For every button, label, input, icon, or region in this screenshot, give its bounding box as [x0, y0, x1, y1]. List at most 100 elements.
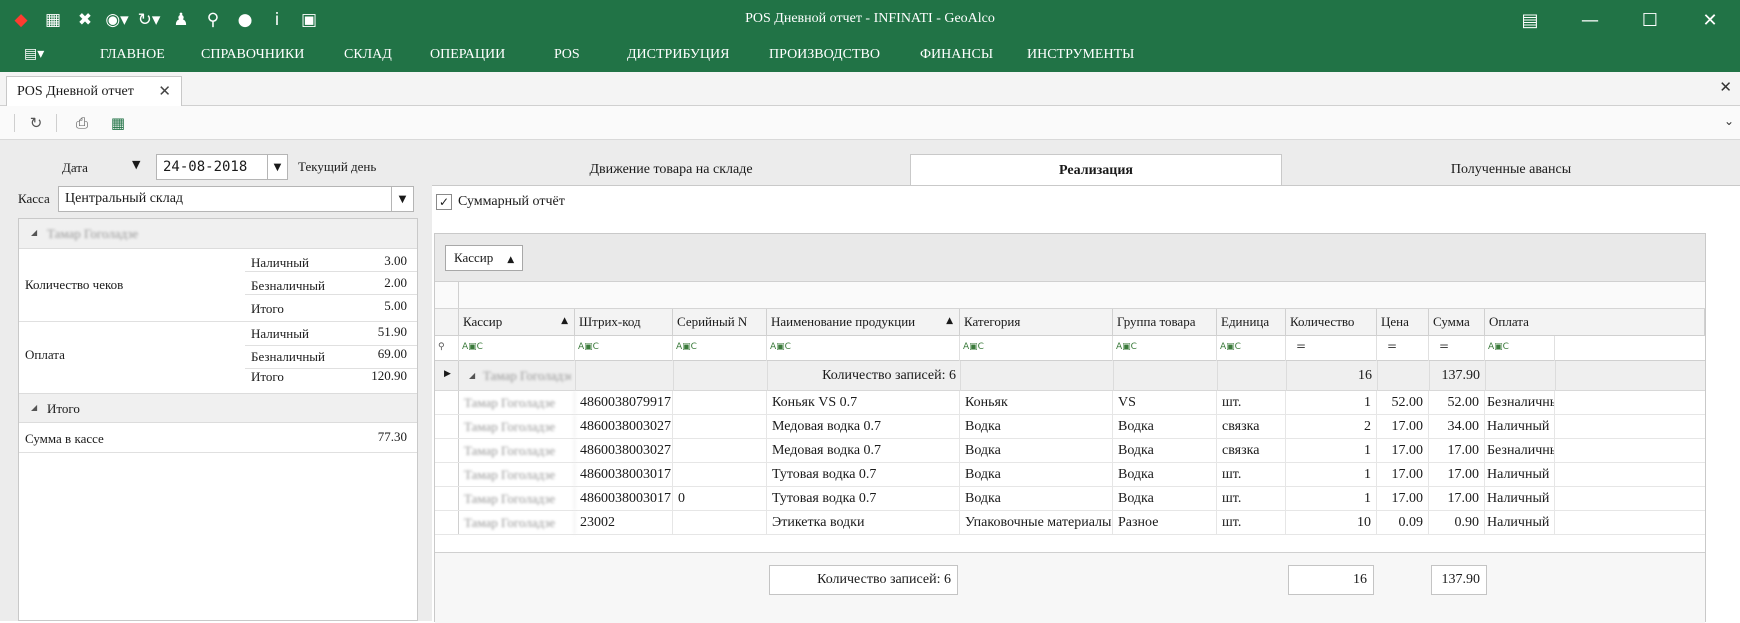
- cash-in-box-row: Сумма в кассе 77.30: [19, 423, 417, 453]
- app-menu-icon[interactable]: ▤▾: [24, 46, 44, 62]
- summary-report-checkbox[interactable]: ✓: [436, 194, 452, 210]
- col-header-payment[interactable]: Оплата: [1485, 309, 1705, 336]
- cell-product-name: Медовая водка 0.7: [767, 415, 960, 438]
- col-header-barcode[interactable]: Штрих-код: [575, 309, 673, 336]
- filter-price[interactable]: =: [1377, 336, 1429, 361]
- menu-item-finance[interactable]: ФИНАНСЫ: [920, 47, 993, 63]
- document-tab[interactable]: POS Дневной отчет ✕: [6, 76, 182, 107]
- filter-quantity[interactable]: =: [1286, 336, 1377, 361]
- table-row[interactable]: Тамар Гоголадзе 4860038003027 Медовая во…: [435, 439, 1705, 463]
- cell-category: Водка: [960, 439, 1113, 462]
- tab-advances[interactable]: Полученные авансы: [1282, 154, 1740, 186]
- row-indicator: [435, 463, 459, 486]
- minimize-icon[interactable]: —: [1560, 0, 1620, 40]
- tab-stock-movement[interactable]: Движение товара на складе: [432, 154, 910, 186]
- col-header-unit[interactable]: Единица: [1217, 309, 1286, 336]
- payment-block: Оплата Наличный 51.90 Безналичный 69.00 …: [19, 321, 417, 393]
- filter-barcode[interactable]: A▣C: [575, 336, 673, 361]
- cell-serial: [673, 415, 767, 438]
- document-tab-label: POS Дневной отчет: [17, 84, 134, 99]
- tab-sales[interactable]: Реализация: [910, 154, 1282, 186]
- date-dropdown-icon[interactable]: ▼: [267, 155, 287, 179]
- filter-unit[interactable]: A▣C: [1217, 336, 1286, 361]
- refresh-button[interactable]: ↻: [24, 112, 48, 134]
- toolbar-expand-icon[interactable]: ⌄: [1724, 114, 1734, 128]
- cell-unit: шт.: [1217, 487, 1286, 510]
- filter-serial[interactable]: A▣C: [673, 336, 767, 361]
- filter-cashier[interactable]: A▣C: [459, 336, 575, 361]
- menu-item-distribution[interactable]: ДИСТРИБУЦИЯ: [627, 47, 729, 63]
- toolbar: ↻ ⎙ ▦ ⌄: [0, 106, 1740, 140]
- menu-item-pos[interactable]: POS: [554, 47, 580, 63]
- col-header-product-group[interactable]: Группа товара: [1113, 309, 1217, 336]
- sort-asc-icon: ▲: [507, 255, 515, 265]
- summary-total-group-header[interactable]: ◢ Итого: [19, 393, 417, 423]
- divider: [245, 271, 417, 272]
- filter-product-name[interactable]: A▣C: [767, 336, 960, 361]
- table-row[interactable]: Тамар Гоголадзе 4860038079917 Коньяк VS …: [435, 391, 1705, 415]
- filter-payment[interactable]: A▣C: [1485, 336, 1555, 361]
- date-mode-dropdown-icon[interactable]: ▼: [132, 158, 140, 171]
- menu-item-directories[interactable]: СПРАВОЧНИКИ: [201, 47, 304, 63]
- col-header-sum[interactable]: Сумма: [1429, 309, 1485, 336]
- cashier-name: Тамар Гоголадзе: [47, 226, 139, 241]
- menu-item-production[interactable]: ПРОИЗВОДСТВО: [769, 47, 880, 63]
- cell-payment: Безналичный: [1485, 439, 1555, 462]
- cash-in-box-value: 77.30: [377, 429, 407, 444]
- filter-sum[interactable]: =: [1429, 336, 1485, 361]
- cell-barcode: 23002: [575, 511, 673, 534]
- menu-item-tools[interactable]: ИНСТРУМЕНТЫ: [1027, 47, 1134, 63]
- sort-asc-icon: ▲: [946, 316, 953, 326]
- cell-quantity: 1: [1286, 391, 1377, 414]
- table-row[interactable]: Тамар Гоголадзе 23002 Этикетка водки Упа…: [435, 511, 1705, 535]
- close-all-icon[interactable]: ✕: [1719, 78, 1732, 96]
- col-header-cashier[interactable]: Кассир ▲: [459, 309, 575, 336]
- col-header-product-name[interactable]: Наименование продукции ▲: [767, 309, 960, 336]
- table-row[interactable]: Тамар Гоголадзе 4860038003027 Медовая во…: [435, 415, 1705, 439]
- cell-serial: 0: [673, 487, 767, 510]
- checks-cash-value: 3.00: [384, 253, 407, 268]
- cell-serial: [673, 439, 767, 462]
- main-menu-bar: ▤▾ ГЛАВНОЕ СПРАВОЧНИКИ СКЛАД ОПЕРАЦИИ PO…: [0, 40, 1740, 72]
- cell-product-name: Этикетка водки: [767, 511, 960, 534]
- print-button[interactable]: ⎙: [70, 112, 94, 134]
- export-excel-button[interactable]: ▦: [106, 112, 130, 134]
- current-day-button[interactable]: Текущий день: [298, 159, 376, 175]
- row-indicator: [435, 511, 459, 534]
- col-header-category[interactable]: Категория: [960, 309, 1113, 336]
- cell-product-group: VS: [1113, 391, 1217, 414]
- summary-report-label: Суммарный отчёт: [458, 194, 565, 209]
- close-icon[interactable]: ✕: [1680, 0, 1740, 40]
- footer-records-count: Количество записей: 6: [769, 565, 958, 595]
- kassa-dropdown-icon[interactable]: ▼: [391, 187, 413, 211]
- filter-product-group[interactable]: A▣C: [1113, 336, 1217, 361]
- menu-item-main[interactable]: ГЛАВНОЕ: [100, 47, 165, 63]
- cell-category: Коньяк: [960, 391, 1113, 414]
- cell-unit: связка: [1217, 439, 1286, 462]
- row-indicator: [435, 487, 459, 510]
- cell-quantity: 1: [1286, 487, 1377, 510]
- col-header-price[interactable]: Цена: [1377, 309, 1429, 336]
- menu-item-operations[interactable]: ОПЕРАЦИИ: [430, 47, 505, 63]
- table-row[interactable]: Тамар Гоголадзе 4860038003017 0 Тутовая …: [435, 487, 1705, 511]
- summary-group-header[interactable]: ◢ Тамар Гоголадзе: [19, 219, 417, 249]
- group-by-cashier-chip[interactable]: Кассир ▲: [445, 245, 524, 271]
- col-header-quantity[interactable]: Количество: [1286, 309, 1377, 336]
- restore-panel-icon[interactable]: ▤: [1500, 0, 1560, 40]
- total-group-label: Итого: [47, 401, 80, 416]
- checks-cash-label: Наличный: [251, 255, 309, 270]
- table-row[interactable]: Тамар Гоголадзе 4860038003017 Тутовая во…: [435, 463, 1705, 487]
- filter-category[interactable]: A▣C: [960, 336, 1113, 361]
- maximize-icon[interactable]: ☐: [1620, 0, 1680, 40]
- cell-payment: Наличный: [1485, 415, 1555, 438]
- kassa-select[interactable]: Центральный склад ▼: [58, 186, 414, 212]
- collapse-triangle-icon[interactable]: ◢: [31, 403, 37, 412]
- group-row[interactable]: ▶ ◢ Тамар Гоголадзе Количество записей: …: [435, 361, 1705, 391]
- close-tab-icon[interactable]: ✕: [158, 82, 171, 100]
- col-header-serial[interactable]: Серийный N: [673, 309, 767, 336]
- date-input[interactable]: 24-08-2018 ▼: [156, 154, 288, 180]
- collapse-triangle-icon[interactable]: ◢: [31, 228, 37, 237]
- collapse-triangle-icon[interactable]: ◢: [469, 371, 475, 380]
- menu-item-warehouse[interactable]: СКЛАД: [344, 47, 392, 63]
- cell-product-name: Коньяк VS 0.7: [767, 391, 960, 414]
